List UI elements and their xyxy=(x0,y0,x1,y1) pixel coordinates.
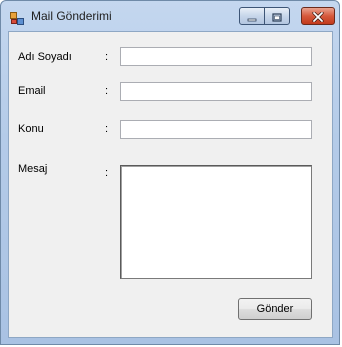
mail-window: Mail Gönderimi Adı Soyadı: Email: Konu… xyxy=(0,0,340,345)
name-label: Adı Soyadı xyxy=(18,51,72,63)
send-button[interactable]: Gönder xyxy=(238,298,312,320)
close-button[interactable] xyxy=(301,7,335,25)
windows-form-icon xyxy=(10,10,24,25)
window-title: Mail Gönderimi xyxy=(31,9,112,23)
name-input[interactable] xyxy=(120,47,312,66)
message-textarea[interactable] xyxy=(120,165,312,279)
close-icon xyxy=(312,7,324,26)
form-client-area: Adı Soyadı : Email : Konu : Mesaj : Gönd… xyxy=(8,31,333,338)
subject-input[interactable] xyxy=(120,120,312,139)
message-label: Mesaj xyxy=(18,163,48,175)
email-label: Email xyxy=(18,85,46,97)
minimize-button[interactable] xyxy=(239,7,265,25)
message-colon: : xyxy=(105,167,109,179)
maximize-button[interactable] xyxy=(264,7,290,25)
title-bar[interactable]: Mail Gönderimi xyxy=(1,1,339,31)
subject-colon: : xyxy=(105,123,109,135)
maximize-icon xyxy=(272,7,282,26)
email-colon: : xyxy=(105,85,109,97)
subject-label: Konu xyxy=(18,123,44,135)
minimize-icon xyxy=(247,7,257,26)
name-colon: : xyxy=(105,51,109,63)
email-input[interactable] xyxy=(120,82,312,101)
